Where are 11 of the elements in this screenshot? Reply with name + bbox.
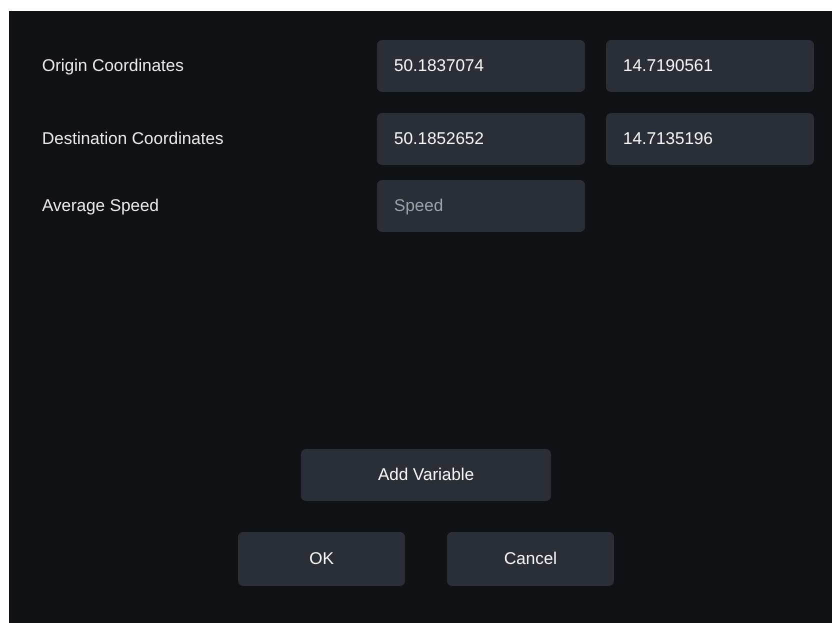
input-field[interactable]: 14.7135196 bbox=[606, 113, 814, 165]
field-label: Origin Coordinates bbox=[41, 55, 185, 78]
add-variable-button[interactable]: Add Variable bbox=[301, 449, 551, 501]
field-label: Destination Coordinates bbox=[41, 128, 224, 150]
input-field[interactable]: 14.7190561 bbox=[606, 40, 814, 92]
field-label: Average Speed bbox=[41, 195, 160, 218]
input-field[interactable]: 50.1837074 bbox=[377, 40, 585, 92]
ok-button[interactable]: OK bbox=[238, 532, 405, 586]
input-field[interactable]: Speed bbox=[377, 180, 585, 232]
input-field[interactable]: 50.1852652 bbox=[377, 113, 585, 165]
cancel-button[interactable]: Cancel bbox=[447, 532, 614, 586]
